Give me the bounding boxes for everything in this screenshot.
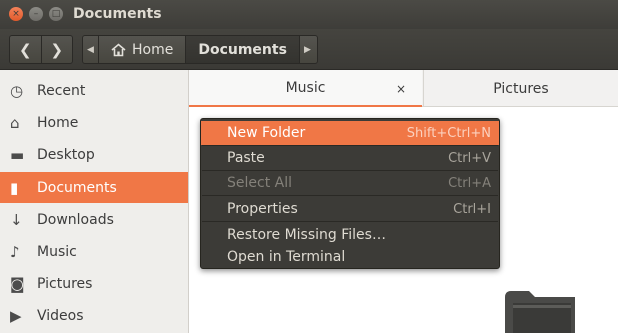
camera-icon: ◙ bbox=[10, 274, 25, 293]
menu-item-properties[interactable]: Properties Ctrl+I bbox=[201, 197, 499, 221]
menu-item-label: Open in Terminal bbox=[227, 249, 346, 265]
path-scroll-right-button[interactable]: ▶ bbox=[298, 36, 315, 63]
menu-item-label: Restore Missing Files… bbox=[227, 227, 386, 243]
folder-icon[interactable] bbox=[505, 289, 575, 333]
breadcrumb-home[interactable]: Home bbox=[99, 36, 185, 63]
close-window-button[interactable]: × bbox=[9, 7, 23, 21]
sidebar-item-desktop[interactable]: ▬ Desktop bbox=[0, 139, 188, 170]
tab-bar: Music × Pictures bbox=[189, 70, 618, 107]
shortcut-label: Ctrl+V bbox=[448, 150, 491, 166]
menu-item-label: Properties bbox=[227, 201, 298, 217]
menu-item-label: Select All bbox=[227, 175, 292, 191]
menu-separator bbox=[202, 221, 498, 222]
arrow-left-icon: ◀ bbox=[87, 44, 94, 55]
menu-item-label: New Folder bbox=[227, 125, 306, 141]
chevron-left-icon: ❮ bbox=[18, 40, 32, 59]
breadcrumb-documents[interactable]: Documents bbox=[185, 36, 299, 63]
path-scroll-left-button[interactable]: ◀ bbox=[83, 36, 99, 63]
breadcrumb-home-label: Home bbox=[132, 41, 174, 58]
menu-separator bbox=[202, 195, 498, 196]
folder-icon: ▬ bbox=[10, 145, 25, 164]
history-nav: ❮ ❯ bbox=[9, 35, 73, 64]
chevron-right-icon: ❯ bbox=[50, 40, 64, 59]
sidebar-item-label: Recent bbox=[37, 82, 86, 99]
tab-label: Music bbox=[285, 79, 326, 96]
video-icon: ▶ bbox=[10, 306, 22, 325]
breadcrumb-documents-label: Documents bbox=[198, 41, 287, 58]
sidebar-item-label: Documents bbox=[37, 179, 117, 196]
sidebar-item-label: Videos bbox=[37, 307, 84, 324]
sidebar-item-downloads[interactable]: ↓ Downloads bbox=[0, 204, 188, 235]
download-icon: ↓ bbox=[10, 210, 23, 229]
close-tab-button[interactable]: × bbox=[396, 82, 406, 96]
shortcut-label: Shift+Ctrl+N bbox=[406, 125, 491, 141]
toolbar: ❮ ❯ ◀ Home Documents ▶ bbox=[0, 29, 618, 70]
menu-item-restore-missing-files[interactable]: Restore Missing Files… bbox=[201, 223, 499, 247]
forward-button[interactable]: ❯ bbox=[40, 36, 73, 63]
sidebar-item-home[interactable]: ⌂ Home bbox=[0, 107, 188, 138]
breadcrumb: ◀ Home Documents ▶ bbox=[82, 35, 318, 64]
music-icon: ♪ bbox=[10, 242, 20, 261]
back-button[interactable]: ❮ bbox=[10, 36, 41, 63]
sidebar-item-label: Downloads bbox=[37, 211, 114, 228]
maximize-window-button[interactable]: □ bbox=[49, 7, 63, 21]
menu-item-paste[interactable]: Paste Ctrl+V bbox=[201, 146, 499, 170]
sidebar-item-label: Home bbox=[37, 114, 79, 131]
arrow-right-icon: ▶ bbox=[303, 44, 311, 55]
sidebar-item-recent[interactable]: ◷ Recent bbox=[0, 75, 188, 106]
tab-pictures[interactable]: Pictures bbox=[423, 70, 618, 107]
menu-item-open-in-terminal[interactable]: Open in Terminal bbox=[201, 245, 499, 269]
menu-item-new-folder[interactable]: New Folder Shift+Ctrl+N bbox=[201, 121, 499, 145]
shortcut-label: Ctrl+A bbox=[448, 175, 491, 191]
sidebar-item-label: Desktop bbox=[37, 146, 95, 163]
minimize-window-button[interactable]: – bbox=[29, 7, 43, 21]
sidebar-item-videos[interactable]: ▶ Videos bbox=[0, 300, 188, 331]
clock-icon: ◷ bbox=[10, 81, 24, 100]
tab-music[interactable]: Music bbox=[189, 70, 422, 107]
sidebar-item-pictures[interactable]: ◙ Pictures bbox=[0, 268, 188, 299]
menu-item-select-all: Select All Ctrl+A bbox=[201, 171, 499, 195]
menu-item-label: Paste bbox=[227, 150, 265, 166]
document-icon: ▮ bbox=[10, 178, 19, 197]
window-title: Documents bbox=[73, 6, 162, 22]
sidebar-item-label: Pictures bbox=[37, 275, 93, 292]
home-icon: ⌂ bbox=[10, 113, 20, 132]
tab-label: Pictures bbox=[493, 80, 549, 97]
context-menu: New Folder Shift+Ctrl+N Paste Ctrl+V Sel… bbox=[200, 118, 500, 269]
sidebar-item-documents[interactable]: ▮ Documents bbox=[0, 172, 188, 203]
title-bar: × – □ Documents bbox=[0, 0, 618, 29]
sidebar-item-music[interactable]: ♪ Music bbox=[0, 236, 188, 267]
sidebar: ◷ Recent ⌂ Home ▬ Desktop ▮ Documents ↓ … bbox=[0, 70, 189, 333]
home-icon bbox=[111, 42, 126, 56]
shortcut-label: Ctrl+I bbox=[453, 201, 491, 217]
sidebar-item-label: Music bbox=[37, 243, 77, 260]
